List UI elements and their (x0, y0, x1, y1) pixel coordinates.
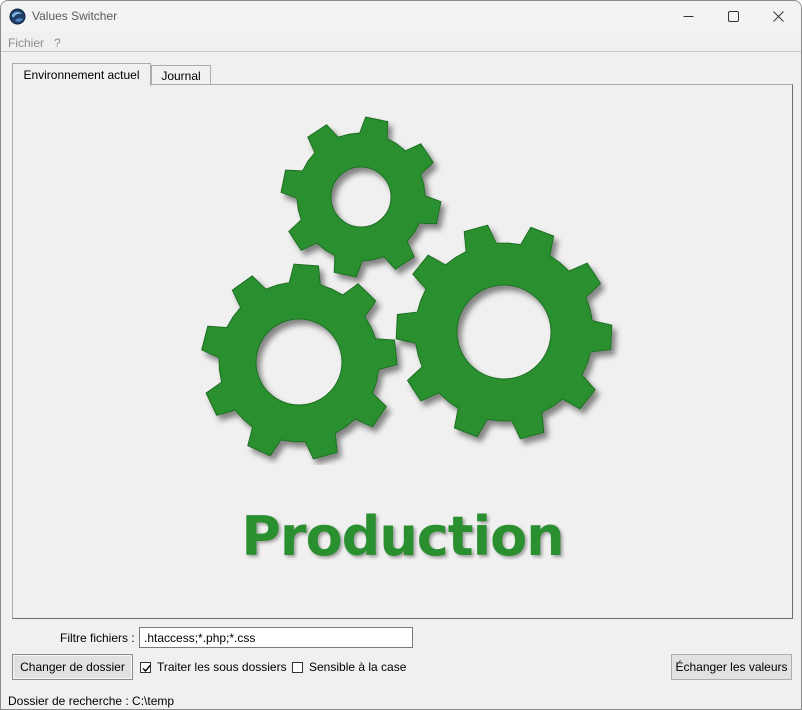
app-window: Values Switcher Fichier ? Environnement … (0, 0, 802, 710)
checkmark-icon (142, 664, 151, 672)
close-button[interactable] (755, 1, 801, 32)
case-sensitive-checkbox[interactable]: Sensible à la case (292, 659, 406, 675)
status-bar: Dossier de recherche : C:\temp (1, 691, 801, 709)
tab-panel-environment: Production (12, 84, 793, 619)
tab-label: Journal (161, 69, 201, 83)
title-bar[interactable]: Values Switcher (1, 1, 801, 32)
tab-journal[interactable]: Journal (151, 65, 211, 85)
left-gear-icon (201, 263, 398, 460)
menu-item-help[interactable]: ? (54, 36, 61, 50)
right-gear-icon (395, 224, 613, 440)
menu-item-fichier[interactable]: Fichier (8, 36, 44, 50)
search-folder-status: Dossier de recherche : C:\temp (8, 694, 175, 708)
case-sensitive-checkbox-box[interactable] (292, 661, 303, 673)
gears-icon (201, 116, 613, 460)
environment-name: Production (241, 505, 564, 568)
subfolders-label: Traiter les sous dossiers (157, 660, 287, 674)
window-title: Values Switcher (32, 9, 118, 23)
maximize-button[interactable] (710, 1, 756, 32)
menu-bar: Fichier ? (1, 32, 801, 52)
app-logo-icon (9, 8, 26, 25)
filter-label: Filtre fichiers : (60, 631, 135, 645)
subfolders-checkbox-box[interactable] (140, 661, 151, 673)
tab-environnement-actuel[interactable]: Environnement actuel (12, 63, 151, 86)
swap-values-button[interactable]: Échanger les valeurs (671, 654, 792, 680)
subfolders-checkbox[interactable]: Traiter les sous dossiers (140, 659, 287, 675)
minimize-icon (683, 16, 693, 17)
minimize-button[interactable] (665, 1, 711, 32)
change-folder-button[interactable]: Changer de dossier (12, 654, 133, 680)
file-filter-input[interactable] (139, 627, 413, 648)
close-icon (772, 11, 784, 22)
case-sensitive-label: Sensible à la case (309, 660, 407, 674)
tab-label: Environnement actuel (23, 68, 140, 82)
maximize-icon (727, 11, 739, 22)
small-gear-icon (280, 116, 442, 278)
